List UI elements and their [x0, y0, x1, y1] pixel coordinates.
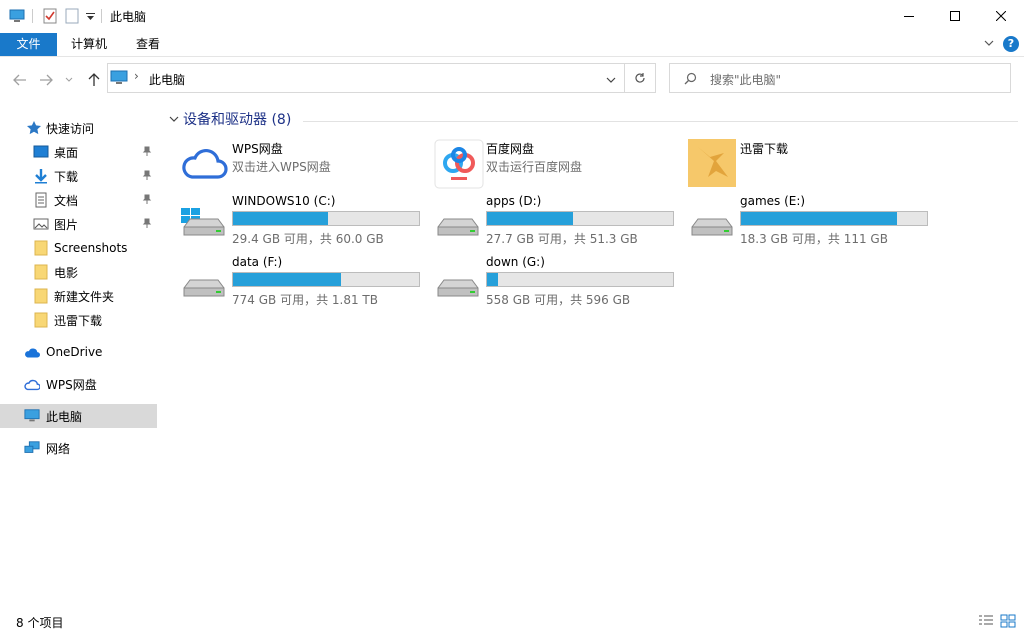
pin-icon	[142, 170, 152, 183]
folder-icon	[34, 240, 48, 256]
drive-usage-bar	[232, 272, 420, 287]
baidu-netdisk-icon	[434, 139, 484, 189]
toolbar-divider	[32, 9, 33, 23]
folder-icon	[34, 288, 48, 304]
sidebar-item-pictures[interactable]: 图片	[0, 212, 157, 236]
pictures-icon	[33, 218, 49, 230]
pin-icon	[142, 146, 152, 159]
back-button[interactable]	[10, 70, 30, 90]
sidebar-item-wps[interactable]: WPS网盘	[0, 372, 157, 396]
documents-icon	[35, 192, 47, 208]
pin-icon	[142, 194, 152, 207]
window-title: 此电脑	[110, 10, 147, 24]
navigation-pane: 快速访问 桌面 下载 文档 图片 Screenshots 电影 新建文件夹 迅雷…	[0, 110, 160, 600]
status-bar: 8 个项目	[0, 610, 1024, 634]
drive-tile-f[interactable]: data (F:) 774 GB 可用，共 1.81 TB	[180, 254, 430, 310]
sidebar-item-onedrive[interactable]: OneDrive	[0, 340, 157, 364]
star-icon	[27, 121, 41, 135]
address-bar[interactable]: › 此电脑	[107, 63, 625, 93]
desktop-icon	[33, 145, 49, 158]
sidebar-item-new-folder[interactable]: 新建文件夹	[0, 284, 157, 308]
group-divider	[303, 121, 1018, 122]
sidebar-item-quick-access[interactable]: 快速访问	[0, 116, 157, 140]
sidebar-item-xunlei[interactable]: 迅雷下载	[0, 308, 157, 332]
ribbon: 文件 计算机 查看 ?	[0, 31, 1024, 57]
details-view-icon[interactable]	[978, 614, 994, 631]
sidebar-item-network[interactable]: 网络	[0, 436, 157, 460]
drive-tile-e[interactable]: games (E:) 18.3 GB 可用，共 111 GB	[688, 193, 938, 249]
computer-icon	[24, 409, 40, 422]
sidebar-item-downloads[interactable]: 下载	[0, 164, 157, 188]
tab-computer[interactable]: 计算机	[62, 33, 116, 56]
sidebar-item-this-pc[interactable]: 此电脑	[0, 404, 157, 428]
group-header[interactable]: 设备和驱动器 (8)	[168, 109, 291, 129]
new-folder-icon[interactable]	[64, 7, 80, 25]
address-dropdown-icon[interactable]	[606, 73, 616, 87]
app-tile-wps[interactable]: WPS网盘 双击进入WPS网盘	[180, 139, 430, 195]
content-area: 设备和驱动器 (8) WPS网盘 双击进入WPS网盘 百度网盘 双击运行百度网盘…	[160, 101, 1024, 601]
onedrive-icon	[25, 348, 40, 358]
close-button[interactable]	[978, 0, 1024, 31]
folder-icon	[34, 312, 48, 328]
drive-tile-g[interactable]: down (G:) 558 GB 可用，共 596 GB	[434, 254, 684, 310]
breadcrumb-separator-icon: ›	[134, 69, 139, 83]
help-icon[interactable]: ?	[1003, 36, 1019, 52]
drive-tile-c[interactable]: WINDOWS10 (C:) 29.4 GB 可用，共 60.0 GB	[180, 193, 430, 249]
drive-usage-fill	[741, 212, 898, 225]
search-icon	[684, 72, 697, 88]
drive-usage-fill	[233, 273, 341, 286]
toolbar-divider	[101, 9, 102, 23]
app-tile-xunlei[interactable]: 迅雷下载	[688, 139, 938, 195]
breadcrumb-location[interactable]: 此电脑	[149, 71, 185, 88]
sidebar-item-screenshots[interactable]: Screenshots	[0, 236, 157, 260]
drive-icon	[437, 279, 479, 297]
drive-icon	[183, 279, 225, 297]
xunlei-folder-icon	[688, 139, 736, 187]
expand-ribbon-icon[interactable]	[983, 37, 995, 52]
wps-cloud-icon	[24, 379, 40, 391]
sidebar-item-movies[interactable]: 电影	[0, 260, 157, 284]
minimize-button[interactable]	[886, 0, 932, 31]
forward-button[interactable]	[36, 70, 56, 90]
app-tile-baidu[interactable]: 百度网盘 双击运行百度网盘	[434, 139, 684, 195]
drive-usage-bar	[740, 211, 928, 226]
drive-usage-bar	[232, 211, 420, 226]
windows-drive-icon	[181, 208, 225, 236]
up-button[interactable]	[84, 70, 104, 90]
large-icons-view-icon[interactable]	[1000, 614, 1016, 631]
properties-icon[interactable]	[42, 7, 58, 25]
network-icon	[24, 441, 40, 453]
download-icon	[35, 169, 47, 184]
computer-icon[interactable]	[8, 7, 26, 25]
tab-view[interactable]: 查看	[124, 33, 172, 56]
wps-cloud-icon	[182, 148, 228, 179]
sidebar-item-desktop[interactable]: 桌面	[0, 140, 157, 164]
refresh-icon	[635, 73, 645, 83]
recent-locations-icon[interactable]	[62, 70, 76, 90]
customize-toolbar-icon[interactable]	[84, 7, 96, 25]
computer-icon	[110, 70, 128, 89]
sidebar-item-documents[interactable]: 文档	[0, 188, 157, 212]
maximize-button[interactable]	[932, 0, 978, 31]
group-title: 设备和驱动器 (8)	[183, 112, 292, 128]
drive-icon	[437, 218, 479, 236]
pin-icon	[142, 218, 152, 231]
tab-file[interactable]: 文件	[0, 33, 57, 56]
drive-tile-d[interactable]: apps (D:) 27.7 GB 可用，共 51.3 GB	[434, 193, 684, 249]
drive-usage-fill	[487, 273, 499, 286]
folder-icon	[34, 264, 48, 280]
drive-usage-bar	[486, 211, 674, 226]
chevron-down-icon	[169, 116, 179, 122]
drive-usage-bar	[486, 272, 674, 287]
search-placeholder: 搜索"此电脑"	[710, 73, 782, 87]
drive-usage-fill	[233, 212, 328, 225]
search-box[interactable]: 搜索"此电脑"	[669, 63, 1011, 93]
refresh-button[interactable]	[625, 63, 656, 93]
title-bar: 此电脑	[0, 0, 1024, 31]
item-count: 8 个项目	[16, 616, 64, 630]
drive-usage-fill	[487, 212, 573, 225]
drive-icon	[691, 218, 733, 236]
